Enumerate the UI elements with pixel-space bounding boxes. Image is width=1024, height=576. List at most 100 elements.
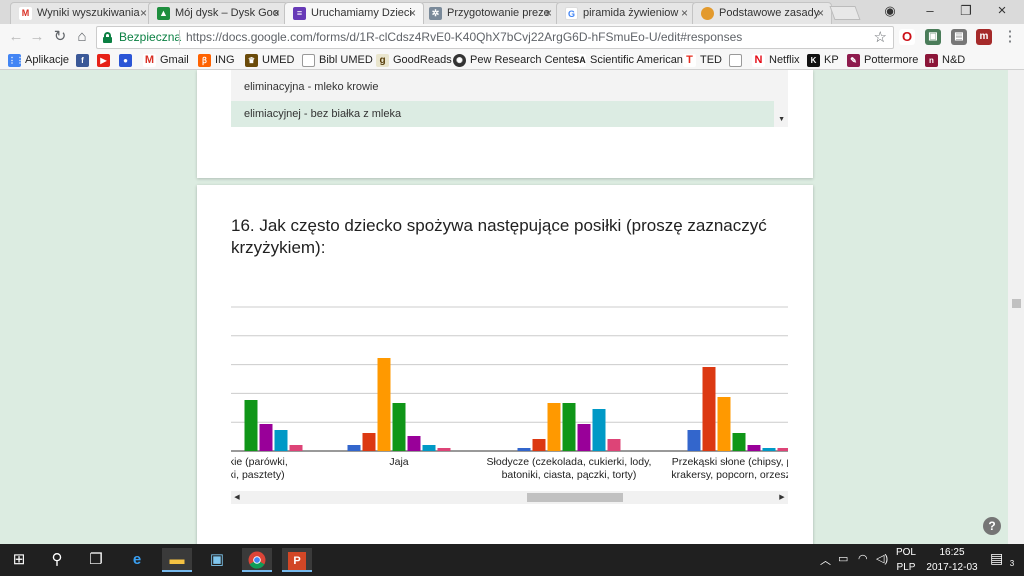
bookmark-nd[interactable]: n N&D [925, 53, 965, 68]
chart-bar[interactable] [547, 403, 561, 451]
chart-bar[interactable] [437, 448, 451, 451]
list-item[interactable]: elimiacyjnej - bez białka z mleka [231, 101, 774, 127]
chart-bar[interactable] [717, 397, 731, 451]
chart-bar[interactable] [562, 403, 576, 451]
close-icon[interactable]: × [409, 3, 416, 24]
close-icon[interactable]: × [140, 3, 147, 24]
tab-basic-rules[interactable]: Podstawowe zasady × [692, 2, 832, 24]
chart-bar[interactable] [747, 445, 761, 451]
edge-icon[interactable]: e [122, 548, 152, 572]
tab-presentation[interactable]: ✲ Przygotowanie preze × [420, 2, 560, 24]
bookmark-scientific-american[interactable]: SA Scientific American [573, 53, 683, 68]
address-bar[interactable]: Bezpieczna https://docs.google.com/forms… [96, 26, 894, 49]
chart-bar[interactable] [687, 430, 701, 451]
tab-search-results[interactable]: M Wyniki wyszukiwania × [10, 2, 155, 24]
bookmark-goodreads[interactable]: g GoodReads [376, 53, 452, 68]
chart-bar[interactable] [362, 433, 376, 451]
restore-button[interactable]: ❐ [948, 0, 984, 24]
powerpoint-icon[interactable]: P [282, 548, 312, 572]
action-center-icon[interactable]: ▤ [990, 550, 1003, 567]
bookmark-bibl-umed[interactable]: Bibl UMED [302, 53, 373, 68]
chart-bar[interactable] [577, 424, 591, 451]
response-list[interactable]: eliminacyjna - mleko krowie elimiacyjnej… [231, 70, 788, 127]
chart-bar[interactable] [607, 439, 621, 451]
bookmark-pottermore[interactable]: ✎ Pottermore [847, 53, 918, 68]
scroll-down-icon[interactable]: ▼ [778, 116, 785, 123]
chart-bar[interactable] [407, 436, 421, 451]
bookmark-apps[interactable]: ⋮⋮ Aplikacje [8, 53, 69, 68]
chart-bar[interactable] [244, 400, 258, 451]
close-icon[interactable]: × [273, 3, 280, 24]
chart-bar[interactable] [702, 367, 716, 451]
wifi-icon[interactable]: ◠ [858, 552, 868, 565]
bookmark-facebook[interactable]: f [76, 53, 93, 68]
chart-bar[interactable] [732, 433, 746, 451]
opera-icon[interactable]: O [899, 29, 915, 45]
chart-bar[interactable] [532, 439, 546, 451]
windows-start-icon[interactable]: ⊞ [4, 548, 34, 572]
chart-bar[interactable] [274, 430, 288, 451]
chart-bar[interactable] [377, 358, 391, 451]
menu-icon[interactable]: ⋮ [1000, 27, 1020, 47]
file-explorer-icon[interactable]: ▬ [162, 548, 192, 572]
chart-horizontal-scrollbar[interactable]: ◀ ▶ [231, 491, 788, 504]
close-icon[interactable]: × [817, 3, 824, 24]
chrome-icon[interactable] [242, 548, 272, 572]
bookmark-youtube[interactable]: ▶ [97, 53, 114, 68]
tab-google-search[interactable]: G piramida żywieniow × [556, 2, 696, 24]
chart-bar[interactable] [762, 448, 776, 451]
bar-chart: arskie (parówki,aski, pasztety) Jaja Słody… [231, 303, 788, 489]
bookmark-page[interactable] [729, 53, 746, 68]
tab-forms[interactable]: ≡ Uruchamiamy Dzieci × [284, 2, 424, 24]
close-window-button[interactable]: × [984, 0, 1020, 24]
bookmark-kp[interactable]: K KP [807, 53, 839, 68]
chart-bar[interactable] [592, 409, 606, 451]
extension-icon[interactable]: ▣ [925, 29, 941, 45]
chart-bar[interactable] [422, 445, 436, 451]
scroll-left-icon[interactable]: ◀ [231, 491, 243, 504]
bookmark-gmail[interactable]: M Gmail [143, 53, 189, 68]
tab-my-drive[interactable]: ▲ Mój dysk – Dysk Goo × [148, 2, 288, 24]
bookmark-ovh[interactable]: ● [119, 53, 136, 68]
keyboard-layout[interactable]: PLP [893, 562, 919, 574]
show-hidden-icons[interactable]: ︿ [820, 552, 831, 568]
url-text[interactable]: https://docs.google.com/forms/d/1R-clCds… [186, 30, 742, 44]
task-view-icon[interactable]: ❐ [81, 548, 111, 572]
chart-bar[interactable] [777, 448, 789, 451]
help-icon[interactable]: ? [983, 517, 1001, 535]
scroll-right-icon[interactable]: ▶ [776, 491, 788, 504]
home-icon[interactable]: ⌂ [72, 27, 92, 47]
bookmark-ing[interactable]: ꞵ ING [198, 53, 235, 68]
bookmark-star-icon[interactable]: ☆ [874, 28, 887, 46]
close-icon[interactable]: × [681, 3, 688, 24]
battery-icon[interactable]: ▭ [838, 552, 848, 565]
extension-icon[interactable]: m [976, 29, 992, 45]
forward-icon[interactable]: → [27, 27, 47, 47]
chart-bar[interactable] [392, 403, 406, 451]
scrollbar-thumb[interactable] [1012, 299, 1021, 308]
bookmark-ted[interactable]: T TED [683, 53, 722, 68]
new-tab-button[interactable] [829, 6, 861, 20]
bookmark-pew[interactable]: ✺ Pew Research Center [453, 53, 578, 68]
clock-time[interactable]: 16:25 [922, 547, 982, 559]
extension-icon[interactable]: ▤ [951, 29, 967, 45]
list-item[interactable]: eliminacyjna - mleko krowie [231, 74, 774, 100]
chart-bar[interactable] [289, 445, 303, 451]
page-vertical-scrollbar[interactable] [1008, 70, 1024, 544]
bookmark-netflix[interactable]: N Netflix [752, 53, 800, 68]
bookmark-umed[interactable]: ♛ UMED [245, 53, 294, 68]
chart-bar[interactable] [517, 448, 531, 451]
reload-icon[interactable]: ↻ [50, 27, 70, 47]
search-icon[interactable]: ⚲ [42, 548, 72, 572]
profile-icon[interactable]: ◉ [872, 0, 908, 24]
language-indicator[interactable]: POL [893, 547, 919, 559]
clock-date[interactable]: 2017-12-03 [922, 562, 982, 574]
scrollbar-thumb[interactable] [527, 493, 623, 502]
close-icon[interactable]: × [545, 3, 552, 24]
chart-bar[interactable] [259, 424, 273, 451]
back-icon[interactable]: ← [6, 27, 26, 47]
chart-bar[interactable] [347, 445, 361, 451]
volume-icon[interactable]: ◁) [876, 552, 888, 565]
minimize-button[interactable]: – [912, 0, 948, 24]
remote-desktop-icon[interactable]: ▣ [202, 548, 232, 572]
